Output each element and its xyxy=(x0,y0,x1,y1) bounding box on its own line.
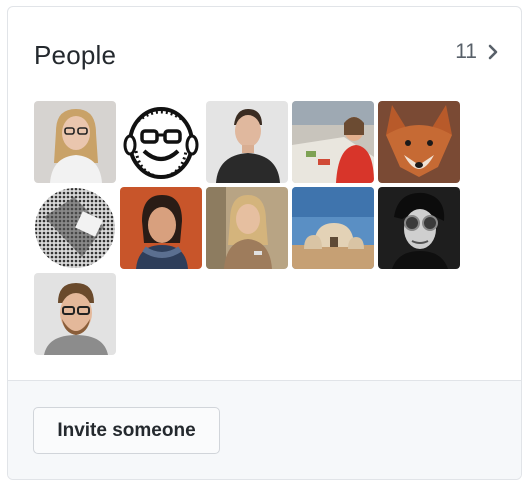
member-avatar-5[interactable] xyxy=(378,101,460,183)
member-avatar-9[interactable] xyxy=(292,187,374,269)
people-count-link[interactable]: 11 xyxy=(455,40,499,64)
people-header: People 11 xyxy=(8,7,521,97)
people-footer: Invite someone xyxy=(8,380,521,479)
people-card: People 11 Invite someone xyxy=(7,6,522,480)
member-avatar-7[interactable] xyxy=(120,187,202,269)
member-avatar-2[interactable] xyxy=(120,101,202,183)
people-count: 11 xyxy=(455,40,477,63)
member-avatar-4[interactable] xyxy=(292,101,374,183)
member-avatar-10[interactable] xyxy=(378,187,460,269)
member-avatar-1[interactable] xyxy=(34,101,116,183)
member-avatar-11[interactable] xyxy=(34,273,116,355)
member-avatar-3[interactable] xyxy=(206,101,288,183)
invite-someone-button[interactable]: Invite someone xyxy=(33,407,220,454)
member-avatar-8[interactable] xyxy=(206,187,288,269)
member-avatar-6[interactable] xyxy=(34,187,116,269)
chevron-right-icon xyxy=(488,44,498,60)
avatar-grid xyxy=(34,101,466,355)
people-title: People xyxy=(34,40,117,70)
